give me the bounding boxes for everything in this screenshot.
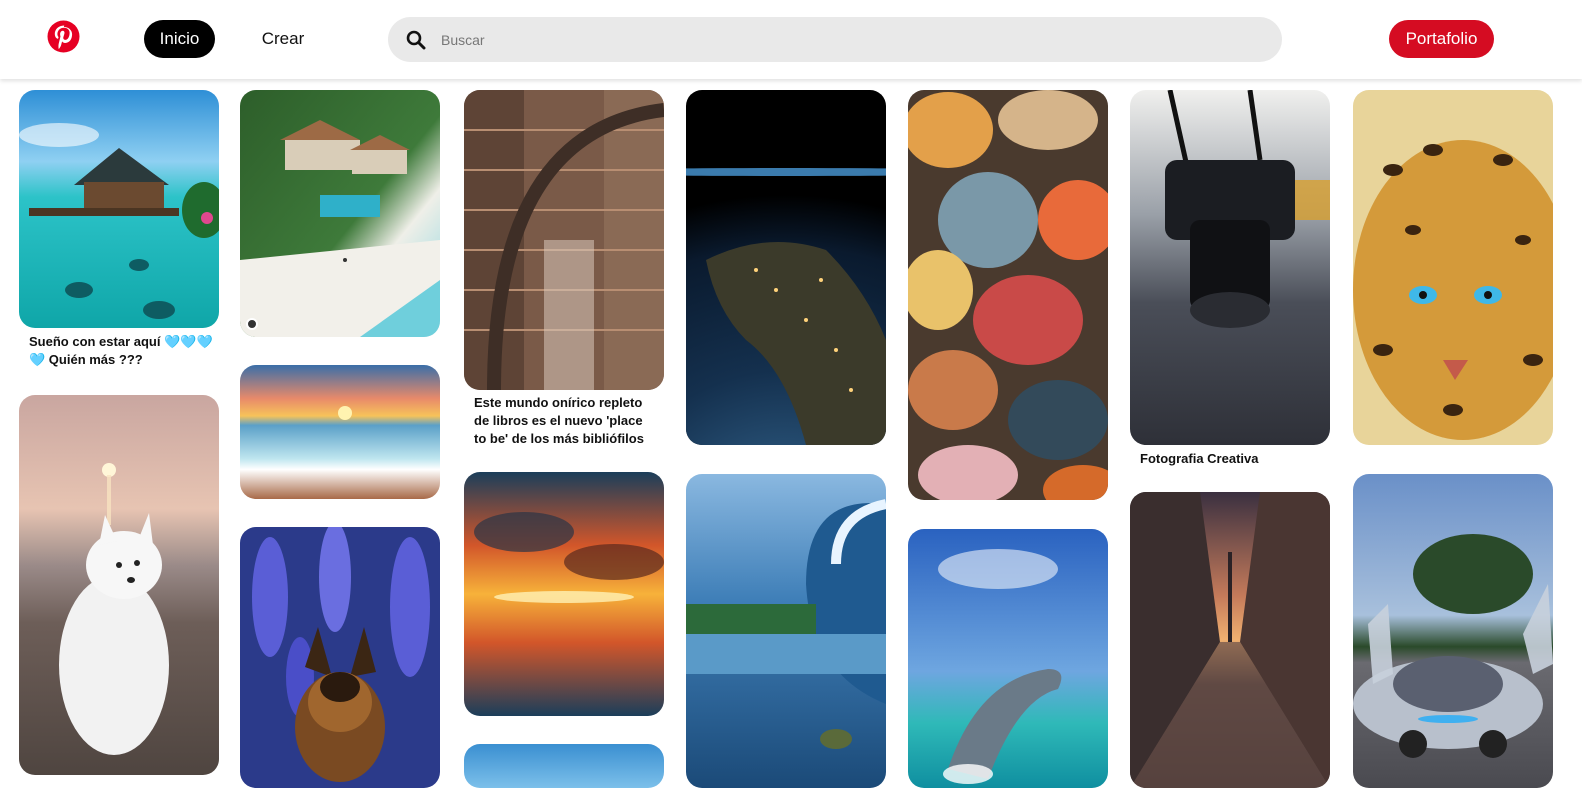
pin-nikon-camera[interactable] xyxy=(1130,90,1330,445)
pin-image xyxy=(240,527,440,788)
pin-dolphin[interactable] xyxy=(908,529,1108,788)
pin-overwater-bungalow[interactable] xyxy=(19,90,219,328)
pin-earth-at-night[interactable] xyxy=(686,90,886,445)
pin-colorful-stones[interactable] xyxy=(908,90,1108,500)
pin-fiery-sunset[interactable] xyxy=(464,472,664,716)
pin-image xyxy=(464,90,664,390)
pin-image xyxy=(908,529,1108,788)
pin-caption: Fotografia Creativa xyxy=(1140,451,1259,466)
pin-image xyxy=(1353,474,1553,788)
pin-tropical-villa[interactable] xyxy=(240,90,440,337)
search-bar[interactable] xyxy=(388,17,1282,62)
pin-caption: Sueño con estar aquí 🩵🩵🩵 🩵 Quién más ??? xyxy=(29,334,213,367)
pin-image xyxy=(464,472,664,716)
pin-rainy-street[interactable] xyxy=(1130,492,1330,788)
pin-sunset-waves[interactable] xyxy=(240,365,440,499)
pin-golden-leopard[interactable] xyxy=(1353,90,1553,445)
search-input[interactable] xyxy=(441,17,1261,62)
avatar[interactable] xyxy=(246,318,258,330)
top-navigation-bar: Inicio Crear Portafolio xyxy=(0,0,1582,79)
pin-caption: Este mundo onírico repleto de libros es … xyxy=(474,395,644,446)
pin-concept-car[interactable] xyxy=(1353,474,1553,788)
nav-inicio-button[interactable]: Inicio xyxy=(144,20,215,58)
pin-image xyxy=(240,90,440,337)
pin-image xyxy=(1130,90,1330,445)
pin-image xyxy=(19,90,219,328)
pin-image xyxy=(686,90,886,445)
pin-image xyxy=(240,365,440,499)
pin-library[interactable] xyxy=(464,90,664,390)
pinterest-logo-icon[interactable] xyxy=(47,20,80,53)
pin-samoyed-puppy[interactable] xyxy=(19,395,219,775)
pin-image xyxy=(1353,90,1553,445)
pin-image xyxy=(908,90,1108,500)
pin-blue-sky[interactable] xyxy=(464,744,664,788)
nav-crear-button[interactable]: Crear xyxy=(249,20,317,58)
pin-image xyxy=(464,744,664,788)
pin-image xyxy=(1130,492,1330,788)
search-icon[interactable] xyxy=(406,30,426,50)
pin-image xyxy=(686,474,886,788)
pin-ocean-wave-painting[interactable] xyxy=(686,474,886,788)
portfolio-button[interactable]: Portafolio xyxy=(1389,20,1494,58)
pin-german-shepherd[interactable] xyxy=(240,527,440,788)
pin-image xyxy=(19,395,219,775)
